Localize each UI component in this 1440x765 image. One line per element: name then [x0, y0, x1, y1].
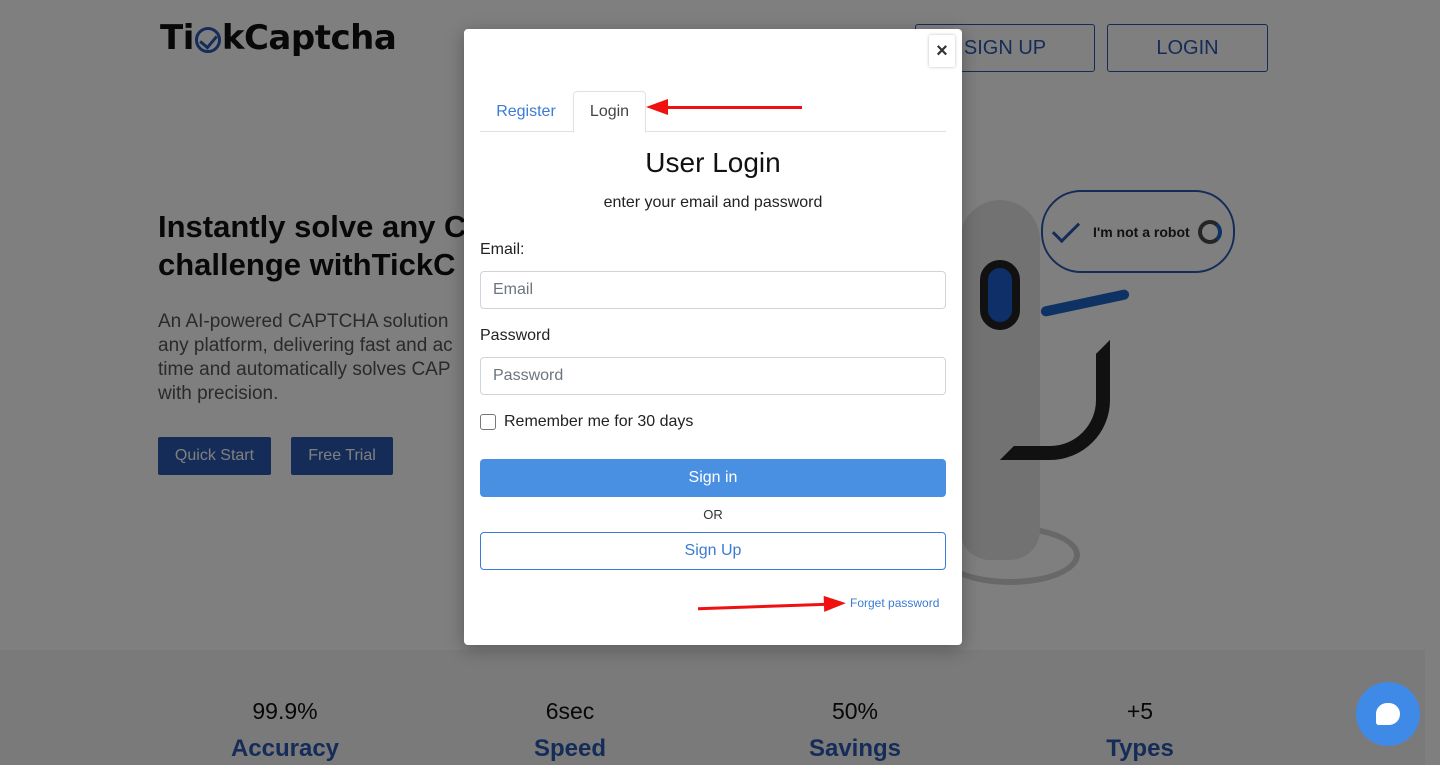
close-icon[interactable]: ×: [929, 35, 955, 67]
sign-in-button[interactable]: Sign in: [480, 459, 946, 497]
chat-widget-button[interactable]: [1356, 682, 1420, 746]
annotation-arrow-login-tab: [646, 99, 802, 115]
sign-up-button[interactable]: Sign Up: [480, 532, 946, 570]
email-label: Email:: [480, 241, 525, 258]
password-label: Password: [480, 327, 551, 344]
tab-login[interactable]: Login: [573, 91, 646, 133]
modal-title: User Login: [645, 147, 781, 178]
login-modal: × Register Login User Login enter your e…: [464, 29, 962, 645]
remember-checkbox[interactable]: [480, 414, 496, 430]
or-divider: OR: [703, 507, 723, 522]
modal-subtitle: enter your email and password: [603, 194, 823, 211]
forget-password-link[interactable]: Forget password: [850, 596, 939, 610]
modal-tabs: Register Login: [480, 91, 946, 133]
remember-label[interactable]: Remember me for 30 days: [504, 413, 693, 431]
chat-icon: [1376, 703, 1400, 725]
tab-register[interactable]: Register: [480, 91, 572, 132]
password-field[interactable]: [480, 357, 946, 395]
remember-me[interactable]: Remember me for 30 days: [480, 413, 693, 431]
email-field[interactable]: [480, 271, 946, 309]
